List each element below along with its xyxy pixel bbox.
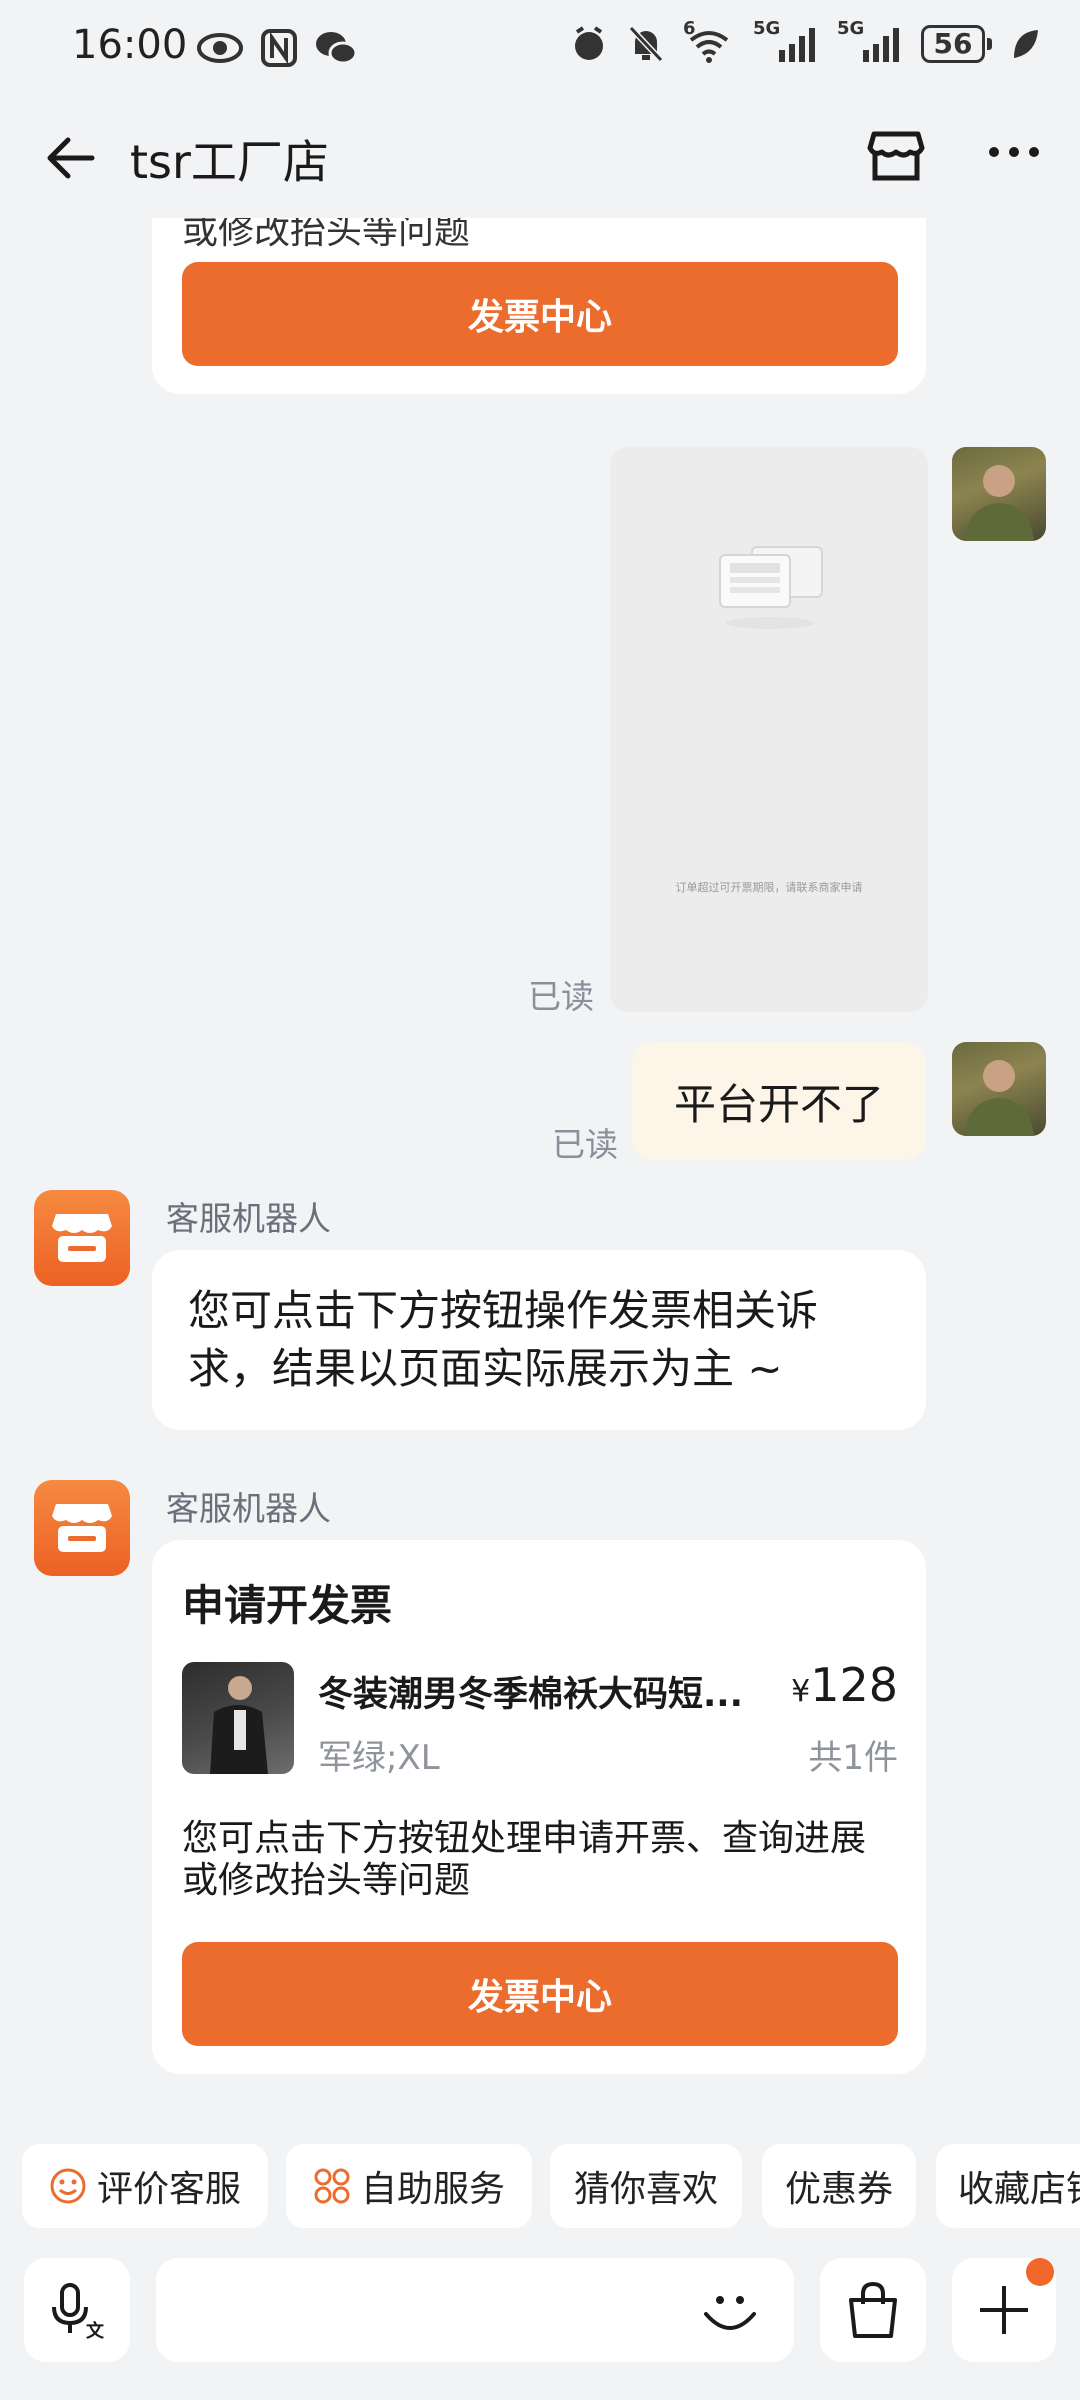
quick-action-guess-like[interactable]: 猜你喜欢 xyxy=(550,2144,742,2228)
grid-icon xyxy=(314,2168,350,2204)
user-avatar-2[interactable] xyxy=(952,1042,1046,1136)
page-title: tsr工厂店 xyxy=(130,135,329,189)
shop-bot-icon xyxy=(52,1214,112,1262)
chat-area[interactable]: 或修改抬头等问题 发票中心 订单超过可开票期限，请联系商家申请 已读 平台开不了… xyxy=(0,218,1080,2128)
quick-action-label-2: 自助服务 xyxy=(360,2169,505,2210)
user-avatar[interactable] xyxy=(952,447,1046,541)
status-right-icons: 6 5G 5G 56 xyxy=(569,18,1040,64)
quick-action-rate-service[interactable]: 评价客服 xyxy=(22,2144,268,2228)
nfc-icon xyxy=(261,29,297,67)
wifi-icon: 6 xyxy=(683,18,735,64)
quick-action-favorite-store[interactable]: 收藏店铺 xyxy=(936,2144,1080,2228)
wifi-label: 6 xyxy=(683,18,696,39)
invoice-card-partial: 或修改抬头等问题 发票中心 xyxy=(152,218,926,394)
bot-avatar[interactable] xyxy=(34,1190,130,1286)
wechat-icon xyxy=(316,32,358,65)
voice-input-button[interactable]: 文 xyxy=(24,2258,130,2362)
invoice-placeholder-icon xyxy=(719,546,823,629)
signal-icon-2: 5G xyxy=(837,18,903,64)
invoice-request-card: 申请开发票 冬装潮男冬季棉袄大码短... ¥128 军绿;XL 共1件 您可点击… xyxy=(152,1540,926,2074)
bot-message-text-1: 您可点击下方按钮操作发票相关诉求，结果以页面实际展示为主 ~ xyxy=(188,1286,819,1393)
price-value: 128 xyxy=(810,1658,898,1712)
top-bar: tsr工厂店 xyxy=(0,100,1080,218)
message-input-field[interactable] xyxy=(156,2258,794,2362)
read-status-2: 已读 xyxy=(552,1125,618,1164)
more-options-icon[interactable] xyxy=(986,144,1042,160)
product-thumbnail[interactable] xyxy=(182,1662,294,1774)
quick-action-label-5: 收藏店铺 xyxy=(958,2169,1080,2210)
bot-message-bubble-1[interactable]: 您可点击下方按钮操作发票相关诉求，结果以页面实际展示为主 ~ xyxy=(152,1250,926,1430)
product-name[interactable]: 冬装潮男冬季棉袄大码短... xyxy=(318,1666,778,1717)
back-arrow-icon[interactable] xyxy=(42,130,98,186)
quick-action-label-1: 评价客服 xyxy=(96,2169,241,2210)
card-description: 您可点击下方按钮处理申请开票、查询进展或修改抬头等问题 xyxy=(182,1818,867,1901)
shop-bot-icon-2 xyxy=(52,1504,112,1552)
invoice-center-button-2[interactable]: 发票中心 xyxy=(182,1942,898,2046)
image-caption: 订单超过可开票期限，请联系商家申请 xyxy=(675,881,863,894)
card-title: 申请开发票 xyxy=(182,1581,393,1630)
notification-dot xyxy=(1026,2258,1054,2286)
bot-sender-name-2: 客服机器人 xyxy=(166,1489,331,1528)
product-price: ¥128 xyxy=(791,1658,898,1712)
eye-icon xyxy=(197,33,243,63)
bot-sender-name-1: 客服机器人 xyxy=(166,1199,331,1238)
store-icon[interactable] xyxy=(866,124,926,184)
quick-action-coupon[interactable]: 优惠券 xyxy=(762,2144,916,2228)
svg-text:文: 文 xyxy=(86,2320,105,2341)
read-status-1: 已读 xyxy=(528,977,594,1016)
battery-icon: 56 xyxy=(921,25,992,63)
status-left-icons xyxy=(196,28,358,68)
quick-action-label-4: 优惠券 xyxy=(784,2169,893,2210)
leaf-icon xyxy=(1014,30,1038,58)
emoji-icon[interactable] xyxy=(700,2280,760,2340)
quick-action-label-3: 猜你喜欢 xyxy=(573,2169,718,2210)
status-time: 16:00 xyxy=(72,22,188,68)
price-symbol: ¥ xyxy=(791,1674,811,1709)
microphone-icon: 文 xyxy=(52,2283,105,2341)
product-variant: 军绿;XL xyxy=(318,1738,440,1778)
invoice-card-partial-text: 或修改抬头等问题 xyxy=(182,218,471,252)
signal-label-2: 5G xyxy=(837,18,865,39)
product-quantity: 共1件 xyxy=(808,1738,898,1778)
alarm-icon xyxy=(575,26,603,60)
user-message-bubble[interactable]: 平台开不了 xyxy=(632,1042,926,1160)
shopping-bag-icon xyxy=(849,2281,897,2338)
bot-avatar-2[interactable] xyxy=(34,1480,130,1576)
status-bar: 16:00 6 5G 5G 56 xyxy=(0,0,1080,100)
signal-label-1: 5G xyxy=(753,18,781,39)
plus-icon xyxy=(980,2286,1028,2334)
invoice-center-button-1[interactable]: 发票中心 xyxy=(182,262,898,366)
quick-action-self-service[interactable]: 自助服务 xyxy=(286,2144,532,2228)
shopping-bag-button[interactable] xyxy=(820,2258,926,2362)
mute-bell-icon xyxy=(628,25,664,63)
smile-icon xyxy=(50,2168,86,2204)
signal-icon-1: 5G xyxy=(753,18,819,64)
battery-level: 56 xyxy=(921,25,985,63)
image-message[interactable]: 订单超过可开票期限，请联系商家申请 xyxy=(610,447,928,1012)
